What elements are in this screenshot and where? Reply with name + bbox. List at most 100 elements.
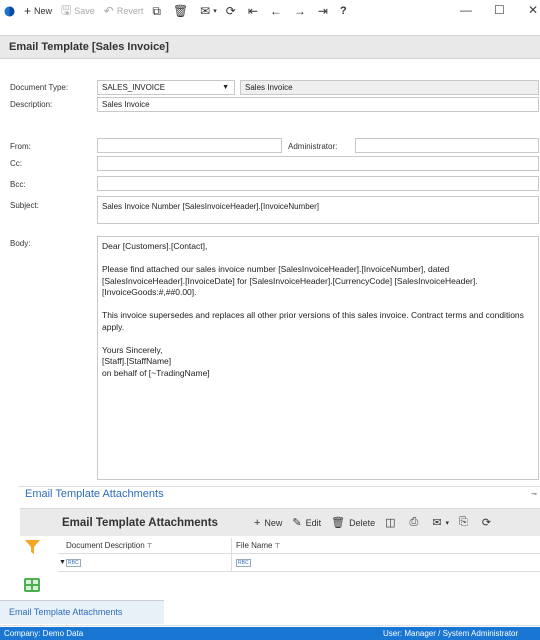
cc-label: Cc: [10,159,22,168]
attachments-grid-title: Email Template Attachments [62,516,218,529]
column-header-file-name[interactable]: File Name ⊤ [236,538,281,554]
column-header-document-description[interactable]: Document Description ⊤ [66,538,153,554]
next-record-button[interactable]: → [294,4,309,18]
plus-icon: + [253,516,261,529]
bcc-label: Bcc: [10,180,26,189]
status-user: User: Manager / System Administrator [383,629,519,638]
revert-button-label: Revert [116,6,144,16]
plus-icon: + [24,4,32,18]
previous-record-button[interactable]: ← [270,4,285,18]
subject-label: Subject: [10,201,39,210]
status-bar: Company: Demo Data User: Manager / Syste… [0,627,540,640]
body-editor[interactable]: Dear [Customers].[Contact], Please find … [97,236,539,480]
attachment-delete-button[interactable]: 🗑 Delete [331,516,375,529]
body-line: Yours Sincerely, [102,344,163,355]
body-label: Body: [10,239,31,248]
help-button[interactable]: ? [340,5,347,17]
minimize-button[interactable]: — [460,3,472,17]
filter-cell-document-description[interactable]: RBC [66,559,81,567]
document-type-description: Sales Invoice [240,80,539,95]
new-button[interactable]: + New [24,4,52,18]
attachments-bottom-tab[interactable]: Email Template Attachments [0,600,164,624]
description-label: Description: [10,100,53,109]
cc-field[interactable] [97,156,539,171]
attachment-new-label: New [264,517,283,528]
from-label: From: [10,142,31,151]
refresh-icon: ⟳ [225,4,236,18]
administrator-label: Administrator: [288,142,338,151]
export-button[interactable]: ⎘ [459,516,472,529]
attachments-grid-toolbar: Email Template Attachments + New ✎ Edit 🗑 D… [20,508,540,536]
floppy-icon: 🖫 [61,2,72,17]
body-line: Dear [Customers].[Contact], [102,241,208,251]
email-dropdown-button[interactable]: ✉ ▾ [200,4,217,18]
body-line: [Staff].[StaffName] [102,356,172,366]
subject-field[interactable]: Sales Invoice Number [SalesInvoiceHeader… [97,196,539,224]
attachments-section-tab[interactable]: Email Template Attachments [25,488,164,500]
status-company: Company: Demo Data [4,629,84,638]
undo-icon: ↶ [103,4,114,18]
filter-cell-file-name[interactable]: RBC [236,559,251,567]
main-toolbar: + New 🖫 Save ↶ Revert ⧉ 🗑 ✉ ▾ ⟳ ⇤ ← → ⇥ ? [0,0,540,22]
section-divider [18,486,540,487]
body-line: Please find attached our sales invoice n… [102,264,478,297]
grid-filter-row [58,556,540,572]
from-field[interactable] [97,138,282,153]
export-icon: ⎘ [459,516,468,528]
new-button-label: New [34,6,53,16]
app-icon [4,6,15,17]
close-button[interactable]: ✕ [528,3,538,17]
trash-icon: 🗑 [331,517,346,529]
filter-icon[interactable]: ⊤ [272,543,280,550]
last-icon: ⇥ [317,4,328,18]
attachment-edit-button[interactable]: ✎ Edit [292,516,321,529]
arrow-right-icon: → [293,4,306,18]
filter-row-icon: ▼ [59,559,66,566]
printer-icon: ⎙ [409,516,419,528]
copy-button[interactable]: ⧉ [152,4,164,19]
refresh-button[interactable]: ⟳ [226,4,239,18]
administrator-field[interactable] [355,138,539,153]
save-button[interactable]: 🖫 Save [61,1,95,22]
bottom-tab-bar [0,625,540,626]
chevron-down-icon: ▾ [445,519,450,527]
edit-icon: ✎ [292,517,302,529]
email-icon: ✉ [200,4,211,18]
chevron-down-icon: ▼ [222,84,229,91]
save-button-label: Save [74,6,95,16]
arrow-left-icon: ← [269,4,282,18]
maximize-button[interactable]: ☐ [494,3,505,17]
chevron-down-icon: ▾ [213,8,217,15]
refresh-icon: ⟳ [481,517,492,529]
document-type-value: SALES_INVOICE [102,83,166,92]
bcc-field[interactable] [97,176,539,191]
attachment-delete-label: Delete [349,517,376,528]
attachment-edit-label: Edit [305,517,322,528]
body-line: This invoice supersedes and replaces all… [102,310,524,332]
first-icon: ⇤ [247,4,258,18]
first-record-button[interactable]: ⇤ [248,4,261,18]
attachment-email-button[interactable]: ✉ ▾ [432,516,449,529]
print-button[interactable]: ⎙ [410,516,423,529]
pin-icon[interactable]: ⊸ [531,490,537,498]
attachment-refresh-button[interactable]: ⟳ [482,516,495,529]
column-header-label: File Name [236,541,273,550]
last-record-button[interactable]: ⇥ [318,4,331,18]
columns-button[interactable]: ◫ [385,516,399,529]
revert-button[interactable]: ↶ Revert [104,4,144,18]
column-header-label: Document Description [66,541,145,550]
filter-funnel-icon[interactable] [25,540,40,557]
trash-icon: 🗑 [172,4,189,18]
filter-icon[interactable]: ⊤ [145,543,153,550]
copy-icon: ⧉ [152,3,161,18]
email-icon: ✉ [432,517,442,529]
document-type-label: Document Type: [10,83,69,92]
body-line: on behalf of [~TradingName] [102,367,210,378]
document-type-select[interactable]: SALES_INVOICE ▼ [97,80,235,95]
page-title: Email Template [Sales Invoice] [0,35,540,59]
attachment-new-button[interactable]: + New [254,517,282,529]
description-field[interactable]: Sales Invoice [97,97,539,112]
grid-layout-icon[interactable] [24,578,40,594]
delete-button[interactable]: 🗑 [173,4,191,18]
columns-icon: ◫ [385,517,396,529]
